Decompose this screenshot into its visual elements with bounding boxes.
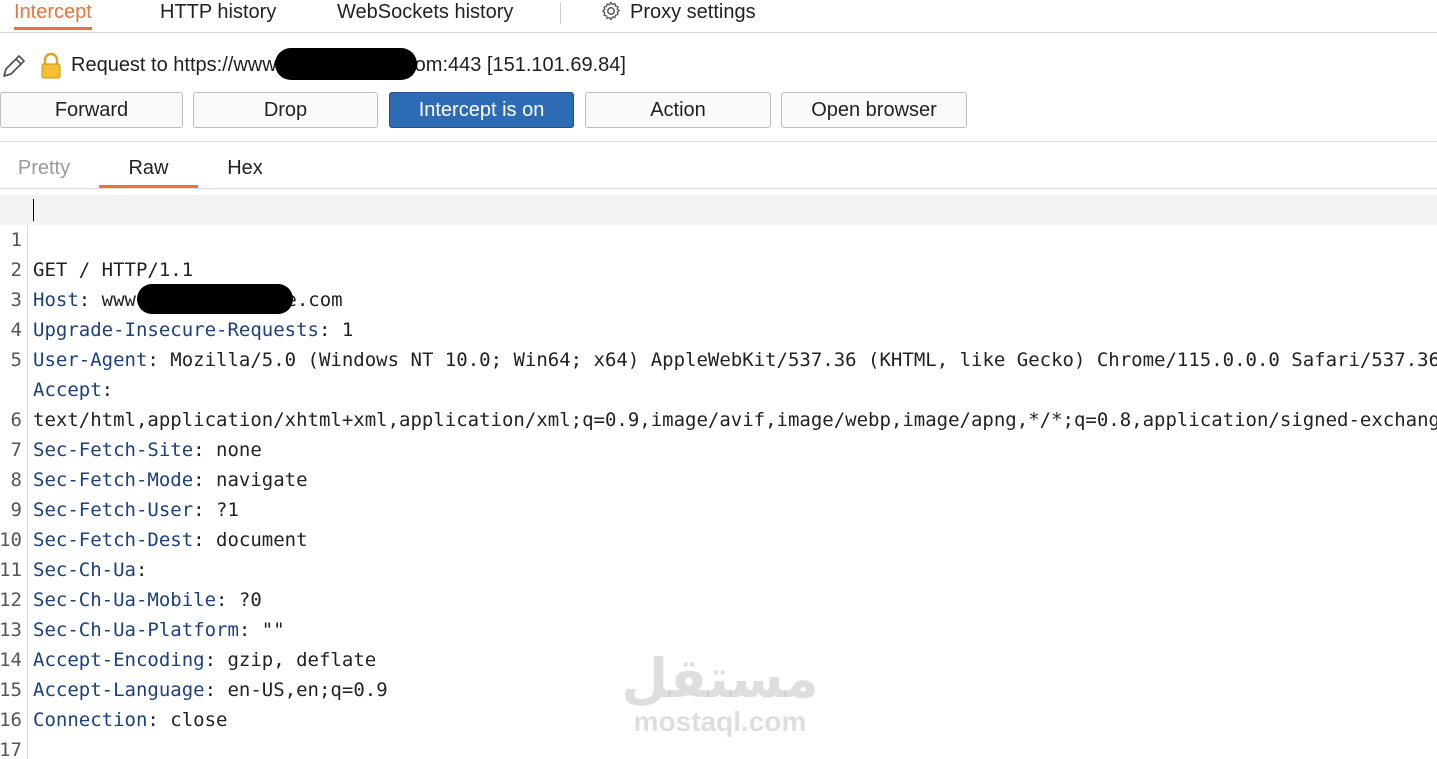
watermark-logo: مستقل mostaql.com (600, 650, 840, 736)
lock-icon (41, 52, 61, 79)
code-line: 5 Accept: (0, 315, 1437, 401)
code-line: 10 Sec-Ch-Ua: (0, 495, 1437, 581)
intercept-toolbar: Forward Drop Intercept is on Action Open… (0, 92, 1437, 132)
tab-separator (560, 2, 561, 24)
code-line: 11 Sec-Ch-Ua-Mobile: ?0 (0, 525, 1437, 611)
code-line: 7 Sec-Fetch-Mode: navigate (0, 405, 1437, 491)
redacted-hostname (274, 47, 417, 80)
code-line: 14 Accept-Language: en-US,en;q=0.9 (0, 615, 1437, 701)
forward-button[interactable]: Forward (0, 92, 183, 128)
code-line: 2 Host: www. e.com (0, 225, 1437, 314)
drop-button[interactable]: Drop (193, 92, 378, 128)
request-prefix: Request to https://www (71, 54, 277, 76)
code-line: 6 Sec-Fetch-Site: none (0, 375, 1437, 461)
tab-websockets-history[interactable]: WebSockets history (337, 0, 513, 30)
action-button[interactable]: Action (585, 92, 771, 128)
tab-raw[interactable]: Raw (99, 150, 198, 188)
proxy-tab-bar: Intercept HTTP history WebSockets histor… (0, 0, 1437, 33)
watermark-arabic: مستقل (621, 647, 819, 710)
intercept-toggle-button[interactable]: Intercept is on (389, 92, 574, 128)
text-cursor (33, 199, 34, 221)
request-target: Request to https://www om:443 [151.101.69… (71, 44, 626, 86)
watermark-latin: mostaql.com (633, 706, 807, 737)
request-suffix: om:443 [151.101.69.84] (414, 54, 626, 76)
code-line: 8 Sec-Fetch-User: ?1 (0, 435, 1437, 521)
code-line: 9 Sec-Fetch-Dest: document (0, 465, 1437, 551)
tab-proxy-settings[interactable]: Proxy settings (600, 0, 756, 30)
code-line: 4 User-Agent: Mozilla/5.0 (Windows NT 10… (0, 285, 1437, 371)
code-line: text/html,application/xhtml+xml,applicat… (0, 345, 1437, 431)
open-browser-button[interactable]: Open browser (781, 92, 967, 128)
proxy-settings-label: Proxy settings (630, 1, 756, 23)
code-line: 13 Accept-Encoding: gzip, deflate (0, 585, 1437, 671)
tab-intercept[interactable]: Intercept (14, 0, 92, 30)
code-line: 12 Sec-Ch-Ua-Platform: "" (0, 555, 1437, 641)
code-line: 3 Upgrade-Insecure-Requests: 1 (0, 255, 1437, 341)
gear-icon (602, 1, 620, 21)
tab-hex[interactable]: Hex (210, 150, 280, 186)
line-number: 17 (0, 739, 22, 759)
burp-proxy-window: Intercept HTTP history WebSockets histor… (0, 0, 1437, 759)
message-view-tabs: Pretty Raw Hex (0, 150, 1437, 189)
request-info-bar: Request to https://www om:443 [151.101.69… (0, 44, 1437, 86)
tab-pretty[interactable]: Pretty (0, 150, 88, 186)
code-line: 1 GET / HTTP/1.1 (0, 195, 1437, 281)
toolbar-divider (0, 141, 1437, 142)
pencil-icon[interactable] (0, 52, 28, 80)
tab-http-history[interactable]: HTTP history (160, 0, 276, 30)
